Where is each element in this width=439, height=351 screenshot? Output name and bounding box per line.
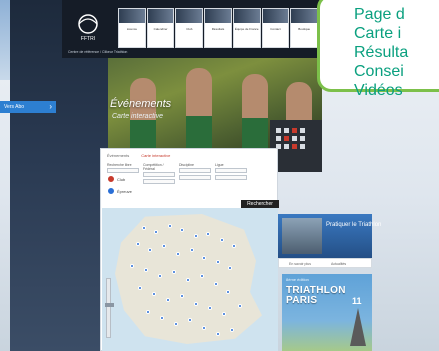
map-pin-icon[interactable] bbox=[190, 248, 194, 252]
filter-recherche: Recherche libre bbox=[107, 163, 139, 175]
filter-select[interactable] bbox=[215, 175, 247, 180]
nav-item-licence[interactable]: Licence bbox=[118, 8, 146, 48]
interactive-map[interactable] bbox=[102, 208, 278, 351]
hero-subtitle: Carte interactive bbox=[112, 113, 163, 120]
map-pin-icon[interactable] bbox=[216, 332, 220, 336]
mini-tabs: En savoir plus Actualités bbox=[278, 258, 372, 268]
map-pin-icon[interactable] bbox=[180, 228, 184, 232]
callout-item: Consei bbox=[354, 63, 404, 80]
legend-epreuve: Épreuve bbox=[117, 189, 132, 194]
map-pin-icon[interactable] bbox=[176, 252, 180, 256]
nav-item-contact[interactable]: Contact bbox=[261, 8, 290, 48]
map-pin-icon[interactable] bbox=[194, 302, 198, 306]
map-pin-icon[interactable] bbox=[238, 304, 242, 308]
map-pin-icon[interactable] bbox=[152, 292, 156, 296]
zoom-slider[interactable] bbox=[105, 278, 114, 338]
map-pin-icon[interactable] bbox=[194, 234, 198, 238]
search-button[interactable]: Rechercher bbox=[241, 200, 279, 208]
map-pin-icon[interactable] bbox=[154, 230, 158, 234]
map-pin-icon[interactable] bbox=[148, 248, 152, 252]
ad-year: 11 bbox=[352, 296, 362, 306]
callout-box: Page d Carte i Résulta Consei Vidéos bbox=[317, 0, 439, 99]
map-pin-icon[interactable] bbox=[220, 238, 224, 242]
map-pin-icon[interactable] bbox=[214, 282, 218, 286]
map-pin-icon[interactable] bbox=[186, 278, 190, 282]
map-pin-icon[interactable] bbox=[216, 260, 220, 264]
tab-carte-interactive[interactable]: Carte interactive bbox=[141, 153, 170, 161]
map-pin-icon[interactable] bbox=[144, 268, 148, 272]
sidebar-button[interactable]: Vers Abo bbox=[0, 101, 56, 113]
eiffel-tower-icon bbox=[350, 308, 366, 346]
map-pin-icon[interactable] bbox=[180, 294, 184, 298]
filter-select[interactable] bbox=[179, 175, 211, 180]
map-pin-icon[interactable] bbox=[188, 318, 192, 322]
callout-item: Résulta bbox=[354, 44, 409, 61]
federation-logo-icon[interactable]: FFTRI bbox=[70, 10, 106, 46]
filter-select[interactable] bbox=[143, 172, 175, 177]
event-marker-icon bbox=[107, 187, 115, 195]
legend-club: Club bbox=[117, 177, 126, 182]
map-pin-icon[interactable] bbox=[166, 298, 170, 302]
zoom-knob[interactable] bbox=[105, 303, 114, 307]
svg-text:FFTRI: FFTRI bbox=[81, 36, 95, 42]
athlete-figure bbox=[242, 74, 268, 148]
map-pin-icon[interactable] bbox=[200, 274, 204, 278]
main-nav: Licence Calendrier Club Résultats Équipe… bbox=[118, 8, 319, 48]
hero-title: Événements bbox=[110, 98, 172, 110]
filter-select[interactable] bbox=[215, 168, 247, 173]
site-header: FFTRI Centre de référence / Clikeur Tria… bbox=[62, 0, 322, 58]
map-pin-icon[interactable] bbox=[142, 226, 146, 230]
nav-item-equipe[interactable]: Équipe de France bbox=[232, 8, 261, 48]
mini-tab-savoir-plus[interactable]: En savoir plus bbox=[289, 262, 311, 266]
map-pin-icon[interactable] bbox=[172, 270, 176, 274]
map-pin-icon[interactable] bbox=[226, 290, 230, 294]
map-pin-icon[interactable] bbox=[130, 264, 134, 268]
nav-item-resultats[interactable]: Résultats bbox=[204, 8, 232, 48]
callout-item: Page d bbox=[354, 6, 405, 23]
map-pin-icon[interactable] bbox=[174, 322, 178, 326]
map-pin-icon[interactable] bbox=[162, 244, 166, 248]
filter-select[interactable] bbox=[179, 168, 211, 173]
search-map-panel: Événements Carte interactive Recherche l… bbox=[100, 148, 279, 351]
filter-select[interactable] bbox=[143, 179, 175, 184]
ad-title: TRIATHLON PARIS bbox=[286, 285, 346, 306]
filter-discipline: Discipline bbox=[179, 163, 211, 182]
logo-subtitle: Centre de référence / Clikeur Triathlon bbox=[68, 50, 128, 54]
map-pin-icon[interactable] bbox=[146, 310, 150, 314]
website-screenshot: Vers Abo FFTRI Centre de référence / Cli… bbox=[0, 0, 439, 351]
filter-competition: Compétition / Fédéral bbox=[143, 163, 175, 186]
map-pin-icon[interactable] bbox=[202, 326, 206, 330]
ad-pretitle: 8ème édition bbox=[286, 277, 309, 282]
map-pin-icon[interactable] bbox=[158, 274, 162, 278]
filter-input[interactable] bbox=[107, 168, 139, 173]
pratiquer-label: Pratiquer le Triathlon bbox=[326, 222, 382, 228]
map-pin-icon[interactable] bbox=[228, 266, 232, 270]
tab-evenements[interactable]: Événements bbox=[107, 153, 129, 161]
nav-item-boutique[interactable]: Boutique bbox=[290, 8, 319, 48]
map-pin-icon[interactable] bbox=[222, 312, 226, 316]
nav-item-calendrier[interactable]: Calendrier bbox=[146, 8, 175, 48]
athlete-figure bbox=[186, 68, 212, 148]
map-pin-icon[interactable] bbox=[232, 244, 236, 248]
callout-item: Carte i bbox=[354, 25, 402, 42]
pratiquer-photo bbox=[282, 218, 322, 254]
mini-tab-actualites[interactable]: Actualités bbox=[331, 262, 346, 266]
map-pin-icon[interactable] bbox=[136, 242, 140, 246]
panel-tabs: Événements Carte interactive bbox=[107, 153, 170, 161]
nav-item-club[interactable]: Club bbox=[175, 8, 204, 48]
callout-item: Vidéos bbox=[354, 82, 403, 99]
map-pin-icon[interactable] bbox=[138, 286, 142, 290]
map-pin-icon[interactable] bbox=[230, 328, 234, 332]
club-marker-icon bbox=[107, 175, 115, 183]
map-pin-icon[interactable] bbox=[160, 316, 164, 320]
map-pin-icon[interactable] bbox=[202, 256, 206, 260]
map-pin-icon[interactable] bbox=[168, 224, 172, 228]
map-pin-icon[interactable] bbox=[206, 232, 210, 236]
map-pin-icon[interactable] bbox=[208, 306, 212, 310]
filter-ligue: Ligue bbox=[215, 163, 247, 182]
